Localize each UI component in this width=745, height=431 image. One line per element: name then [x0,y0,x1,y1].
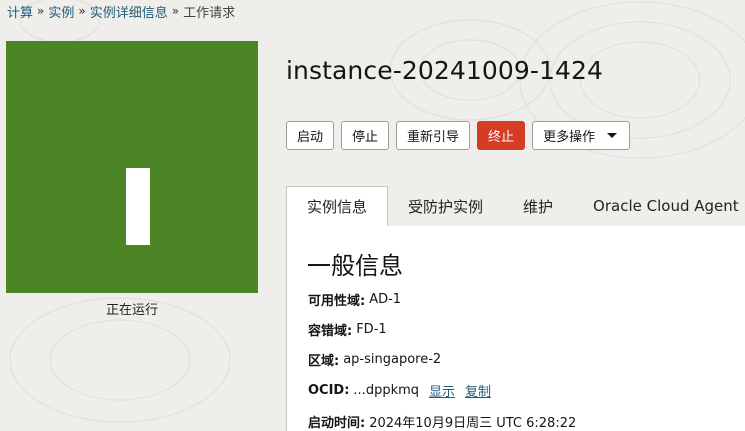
tab-bar: 实例信息 受防护实例 维护 Oracle Cloud Agent [286,186,745,227]
more-actions-button[interactable]: 更多操作 [532,121,631,150]
breadcrumb-separator: » [78,4,86,18]
reboot-button[interactable]: 重新引导 [396,121,471,150]
instance-status-tile [6,41,258,293]
launched-row: 启动时间: 2024年10月9日周三 UTC 6:28:22 [308,412,576,431]
instance-info-panel: 一般信息 可用性域: AD-1 容错域: FD-1 区域: ap-singapo… [286,226,745,431]
region-label: 区域: [308,354,340,369]
section-title: 一般信息 [307,252,403,280]
launched-label: 启动时间: [308,416,366,431]
more-actions-label: 更多操作 [543,130,596,145]
page-title: instance-20241009-1424 [286,56,604,85]
ocid-row: OCID: ...dppkmq 显示 复制 [308,381,491,400]
fault-domain-value: FD-1 [356,322,387,337]
tab-instance-info[interactable]: 实例信息 [286,186,389,227]
breadcrumb: 计算 » 实例 » 实例详细信息 » 工作请求 [7,1,235,21]
breadcrumb-instances[interactable]: 实例 [48,2,74,21]
launched-value: 2024年10月9日周三 UTC 6:28:22 [369,416,577,431]
ocid-copy-link[interactable]: 复制 [465,381,491,400]
region-row: 区域: ap-singapore-2 [308,350,441,369]
terminate-button[interactable]: 终止 [477,121,526,150]
breadcrumb-separator: » [171,4,180,18]
tab-maintenance[interactable]: 维护 [503,186,573,226]
fault-domain-label: 容错域: [308,324,353,339]
caret-down-icon [607,133,618,138]
availability-domain-value: AD-1 [369,292,402,307]
instance-status-label: 正在运行 [105,303,158,318]
breadcrumb-current: 工作请求 [183,5,236,21]
instance-icon [126,168,150,245]
availability-domain-row: 可用性域: AD-1 [308,290,401,309]
availability-domain-label: 可用性域: [308,294,366,309]
stop-button[interactable]: 停止 [341,121,390,150]
ocid-label: OCID: [308,383,350,398]
ocid-value: ...dppkmq [353,383,420,398]
tab-oracle-cloud-agent[interactable]: Oracle Cloud Agent [573,186,745,226]
fault-domain-row: 容错域: FD-1 [308,320,387,339]
breadcrumb-separator: » [37,4,45,18]
breadcrumb-instance-details[interactable]: 实例详细信息 [90,2,168,21]
start-button[interactable]: 启动 [286,121,335,150]
region-value: ap-singapore-2 [343,352,442,367]
tab-shielded-instance[interactable]: 受防护实例 [388,186,503,226]
ocid-show-link[interactable]: 显示 [429,381,455,400]
breadcrumb-compute[interactable]: 计算 [7,2,33,21]
action-bar: 启动 停止 重新引导 终止 更多操作 [286,121,631,150]
